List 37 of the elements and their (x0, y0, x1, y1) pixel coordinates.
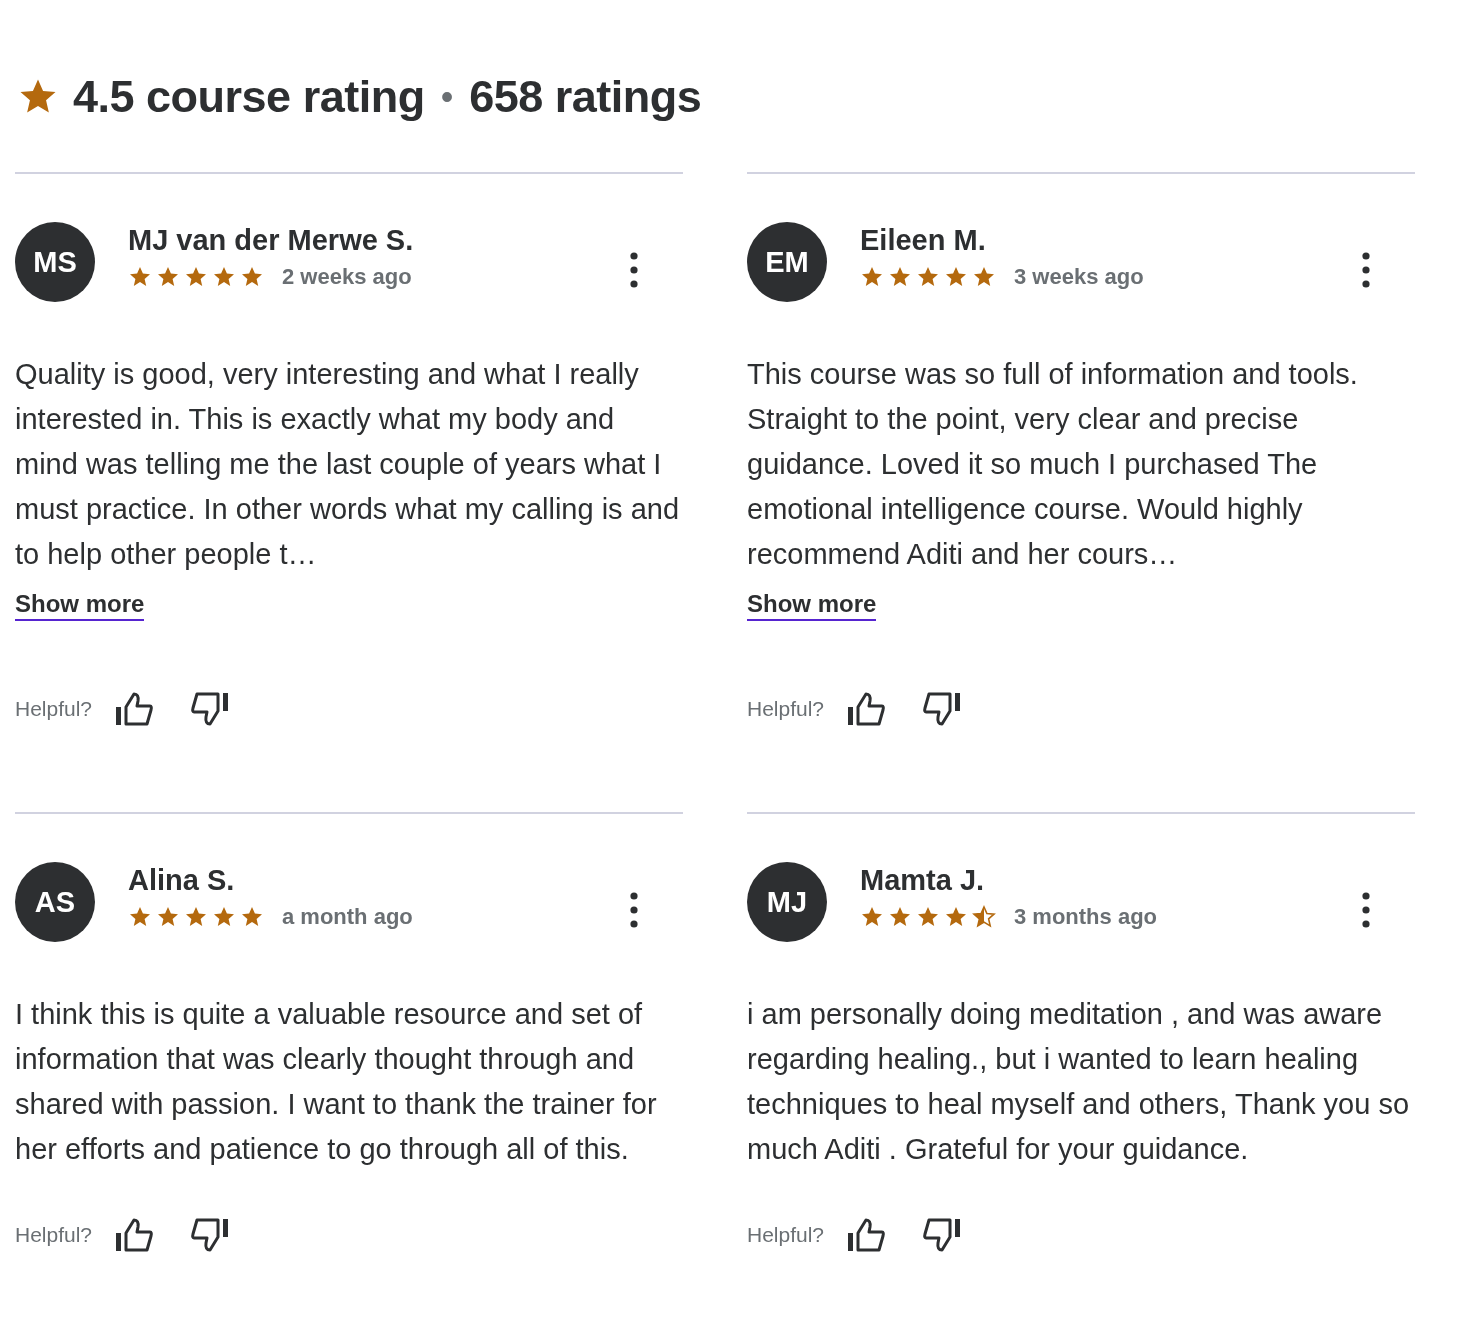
more-options-icon[interactable] (1362, 252, 1370, 288)
thumbs-up-icon[interactable] (846, 691, 887, 727)
helpful-label: Helpful? (15, 697, 93, 721)
thumbs-up-icon[interactable] (114, 1217, 155, 1253)
avatar: AS (15, 862, 95, 942)
thumbs-down-icon[interactable] (922, 1217, 963, 1253)
more-options-icon[interactable] (1362, 892, 1370, 928)
avatar: EM (747, 222, 827, 302)
review-date: 3 months ago (1014, 904, 1157, 930)
thumbs-down-icon[interactable] (190, 1217, 231, 1253)
reviewer-name: MJ van der Merwe S. (128, 223, 414, 258)
reviewer-name: Eileen M. (860, 223, 986, 258)
review-text: I think this is quite a valuable resource and set of information that was clearly thought through and shared with passion. I want to thank the trainer for her efforts and patience to go through all of this. (15, 997, 658, 1167)
thumbs-down-icon[interactable] (922, 691, 963, 727)
more-options-icon[interactable] (630, 252, 638, 288)
reviewer-name: Alina S. (128, 863, 235, 898)
separator-dot: • (440, 76, 454, 118)
thumbs-up-icon[interactable] (846, 1217, 887, 1253)
review-text: i am personally doing meditation , and was aware regarding healing., but i wanted to learn healing techniques to heal myself and others, Thank you so much Aditi . Grateful for your guidance. (747, 997, 1411, 1167)
review-date: a month ago (282, 904, 413, 930)
review-date: 3 weeks ago (1014, 264, 1144, 290)
reviewer-name: Mamta J. (860, 863, 985, 898)
ratings-count: 658 ratings (469, 71, 702, 123)
helpful-label: Helpful? (747, 1223, 825, 1247)
more-options-icon[interactable] (630, 892, 638, 928)
helpful-label: Helpful? (15, 1223, 93, 1247)
review-text: Quality is good, very interesting and what I really interested in. This is exactly what my body and mind was telling me the last couple of years what I must practice. In other words what my calling is and to help other people t… (15, 357, 681, 572)
avatar: MS (15, 222, 95, 302)
review-text: This course was so full of information and tools. Straight to the point, very clear and precise guidance. Loved it so much I purchased The emotional intelligence course. Would highly recommend Aditi and her cours… (747, 357, 1359, 572)
avatar: MJ (747, 862, 827, 942)
course-rating: 4.5 course rating (73, 71, 425, 123)
thumbs-up-icon[interactable] (114, 691, 155, 727)
helpful-label: Helpful? (747, 697, 825, 721)
show-more-link[interactable]: Show more (15, 589, 145, 621)
review-date: 2 weeks ago (282, 264, 412, 290)
thumbs-down-icon[interactable] (190, 691, 231, 727)
show-more-link[interactable]: Show more (747, 589, 877, 621)
